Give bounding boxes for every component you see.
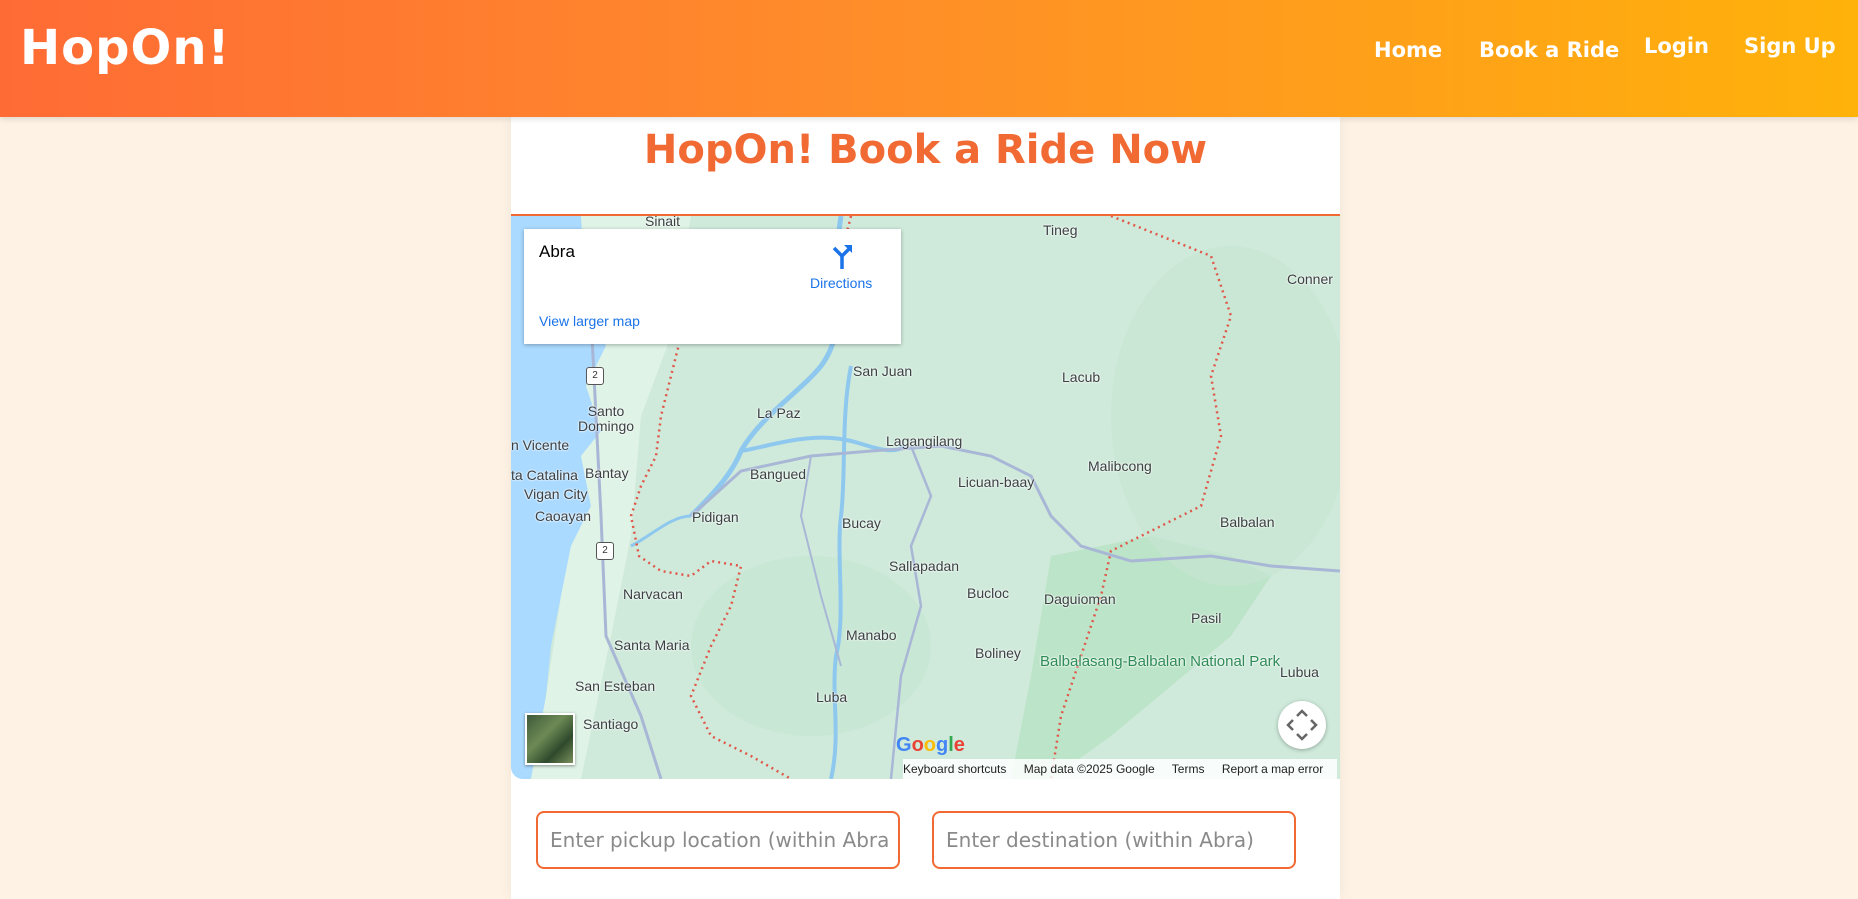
route-shield: 2: [586, 367, 604, 385]
map-attribution: Keyboard shortcuts Map data ©2025 Google…: [903, 759, 1338, 779]
map-label: Vigan City: [524, 486, 588, 502]
place-info-card: Abra Directions View larger map: [524, 229, 901, 344]
nav-login-link[interactable]: Login: [1644, 34, 1709, 58]
map-label: Santa Maria: [614, 637, 690, 653]
map-label: Bucay: [842, 515, 881, 531]
map-label: Manabo: [846, 627, 897, 643]
google-logo: Google: [896, 734, 965, 756]
map-label: Pidigan: [692, 509, 739, 525]
report-error-link[interactable]: Report a map error: [1222, 762, 1323, 776]
map-label: La Paz: [757, 405, 801, 421]
pickup-field[interactable]: [536, 811, 902, 869]
directions-icon[interactable]: [830, 243, 854, 269]
map-label: ta Catalina: [511, 467, 578, 483]
park-label: Balbalasang-Balbalan National Park: [1040, 653, 1281, 670]
destination-input[interactable]: [934, 813, 1298, 867]
map-label: Caoayan: [535, 508, 592, 524]
map-label: Sinait: [645, 214, 681, 229]
map-label: Bucloc: [967, 585, 1010, 601]
nav-signup-link[interactable]: Sign Up: [1744, 34, 1836, 58]
map-label: Tineg: [1043, 222, 1078, 238]
nav-home-link[interactable]: Home: [1374, 38, 1442, 62]
map-label: Bangued: [750, 466, 807, 482]
map-label: Licuan-baay: [958, 474, 1035, 490]
map-label: Malibcong: [1088, 458, 1152, 474]
destination-field[interactable]: [932, 811, 1298, 869]
map-label: Boliney: [975, 645, 1021, 661]
directions-link[interactable]: Directions: [810, 275, 872, 291]
map-label: Lagangilang: [886, 433, 963, 449]
page-title: HopOn! Book a Ride Now: [643, 127, 1208, 173]
map-label: Narvacan: [623, 586, 683, 602]
map-label: Lubua: [1280, 664, 1319, 680]
pickup-input[interactable]: [538, 813, 902, 867]
map-label: Daguioman: [1044, 591, 1116, 607]
map-embed[interactable]: Sinait Tineg Conner San Juan Lacub Santo…: [511, 214, 1340, 779]
map-label: Santo Domingo: [577, 403, 635, 434]
view-larger-map-link[interactable]: View larger map: [539, 313, 640, 329]
map-label: San Juan: [853, 363, 913, 379]
map-label: Balbalan: [1220, 514, 1275, 530]
map-label: Pasil: [1191, 610, 1222, 626]
satellite-toggle[interactable]: [525, 713, 575, 765]
map-label: Conner: [1287, 271, 1333, 287]
map-label: Lacub: [1062, 369, 1101, 385]
site-header: HopOn! Home Book a Ride Login Sign Up: [0, 0, 1858, 117]
map-camera-control[interactable]: [1278, 701, 1326, 749]
nav-book-ride-link[interactable]: Book a Ride: [1479, 38, 1619, 62]
route-shield: 2: [596, 542, 614, 560]
map-label: San Esteban: [575, 678, 656, 694]
map-data-text: Map data ©2025 Google: [1023, 762, 1155, 776]
map-label: Bantay: [585, 465, 629, 481]
map-label: n Vicente: [511, 437, 570, 453]
map-label: Sallapadan: [889, 558, 960, 574]
place-name: Abra: [539, 242, 575, 261]
map-label: Luba: [816, 689, 848, 705]
terms-link[interactable]: Terms: [1172, 762, 1205, 776]
map-label: Santiago: [583, 716, 639, 732]
brand-logo[interactable]: HopOn!: [20, 20, 230, 76]
camera-arrows-icon: [1286, 709, 1318, 741]
keyboard-shortcuts-link[interactable]: Keyboard shortcuts: [903, 762, 1006, 776]
